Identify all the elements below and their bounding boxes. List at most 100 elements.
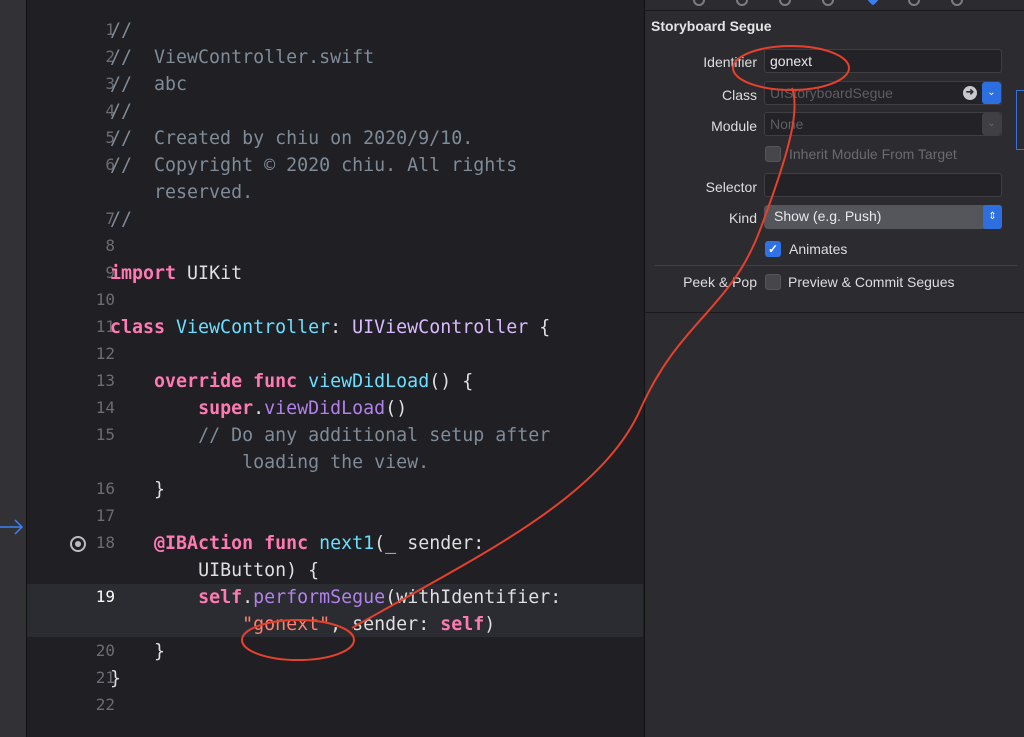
punctuation: () { <box>429 371 474 392</box>
line-number: 9 <box>105 263 115 282</box>
keyword: super <box>198 398 254 419</box>
kind-label: Kind <box>728 210 757 226</box>
preview-commit-label: Preview & Commit Segues <box>788 274 955 290</box>
line-number: 7 <box>105 209 115 228</box>
punctuation: { <box>528 317 551 338</box>
code-line: class ViewController: UIViewController { <box>110 314 550 341</box>
line-number: 10 <box>95 290 115 309</box>
section-title: Storyboard Segue <box>651 18 772 34</box>
attribute: @IBAction <box>154 533 254 554</box>
keyword: self <box>198 587 243 608</box>
class-field[interactable]: UIStoryboardSegue ➜ ⌄ <box>764 81 1002 105</box>
keyword: func <box>253 533 309 554</box>
line-number: 13 <box>95 371 115 390</box>
code-line: } <box>110 476 165 503</box>
identity-inspector-icon[interactable] <box>822 0 834 6</box>
module-label: Module <box>711 118 757 134</box>
code-line: // abc <box>110 74 188 95</box>
identifier-label: Identifier <box>703 54 757 70</box>
divider <box>655 265 1017 266</box>
line-number: 16 <box>95 479 115 498</box>
source-editor[interactable]: 1 2 3 4 5 6 7 8 9 10 11 12 13 14 15 16 17 18 19 20 21 22 // /… <box>27 0 643 737</box>
line-number: 15 <box>95 425 115 444</box>
function-name: next1 <box>308 533 375 554</box>
line-number: 21 <box>95 668 115 687</box>
divider <box>645 10 1024 11</box>
navigator-strip <box>0 0 27 737</box>
line-number: 12 <box>95 344 115 363</box>
up-down-chevron-icon[interactable]: ⇕ <box>983 205 1002 229</box>
preview-commit-checkbox[interactable] <box>765 274 781 290</box>
parameters: UIButton) { <box>198 560 320 581</box>
line-number: 5 <box>105 128 115 147</box>
line-number: 2 <box>105 47 115 66</box>
code-line: override func viewDidLoad() { <box>110 368 473 395</box>
selector-field[interactable] <box>764 173 1002 197</box>
string-literal: "gonext" <box>242 614 331 635</box>
peek-pop-label: Peek & Pop <box>683 274 757 290</box>
code-line: self.performSegue(withIdentifier: <box>110 584 561 611</box>
line-number: 22 <box>95 695 115 714</box>
module-name: UIKit <box>176 263 243 284</box>
file-inspector-icon[interactable] <box>693 0 705 6</box>
code-line: } <box>110 638 165 665</box>
kind-value: Show (e.g. Push) <box>774 208 882 224</box>
chevron-down-icon[interactable]: ⌄ <box>982 82 1001 104</box>
line-number: 17 <box>95 506 115 525</box>
help-inspector-icon[interactable] <box>779 0 791 6</box>
parameters: (_ sender: <box>374 533 485 554</box>
line-number: 3 <box>105 74 115 93</box>
arrow-right-icon <box>0 519 24 535</box>
code-line: import UIKit <box>110 260 242 287</box>
class-placeholder: UIStoryboardSegue <box>770 85 893 101</box>
keyword: func <box>242 371 298 392</box>
punctuation: ) <box>484 614 496 635</box>
code-line: UIButton) { <box>110 557 319 584</box>
code-line: // Do any additional setup after <box>110 422 550 449</box>
code-line: // Copyright © 2020 chiu. All rights <box>110 155 518 176</box>
arguments: (withIdentifier: <box>385 587 562 608</box>
keyword: import <box>110 263 177 284</box>
punctuation: } <box>110 668 122 689</box>
code-line: // ViewController.swift <box>110 47 375 68</box>
inherit-module-checkbox[interactable] <box>765 146 781 162</box>
code-line: @IBAction func next1(_ sender: <box>110 530 484 557</box>
animates-checkbox[interactable]: ✓ <box>765 241 781 257</box>
punctuation: } <box>154 641 166 662</box>
keyword: override <box>154 371 243 392</box>
inherit-module-label: Inherit Module From Target <box>789 146 957 162</box>
code-line: super.viewDidLoad() <box>110 395 407 422</box>
go-to-class-icon[interactable]: ➜ <box>963 86 977 100</box>
keyword: class <box>110 317 166 338</box>
line-number: 11 <box>95 317 115 336</box>
keyword: self <box>440 614 485 635</box>
ibaction-connection-icon[interactable] <box>70 536 86 552</box>
kind-popup[interactable]: Show (e.g. Push) ⇕ <box>764 205 1002 229</box>
module-field[interactable]: None ⌄ <box>764 112 1002 136</box>
attributes-inspector: Storyboard Segue Identifier gonext Class… <box>644 0 1024 737</box>
punctuation: } <box>154 479 166 500</box>
line-number: 19 <box>95 587 115 606</box>
type-name: UIViewController <box>341 317 529 338</box>
divider <box>645 312 1024 313</box>
punctuation: () <box>385 398 408 419</box>
line-number: 4 <box>105 101 115 120</box>
punctuation: : <box>330 317 342 338</box>
code-line: reserved. <box>110 182 254 203</box>
code-line: } <box>110 665 121 692</box>
comment: // Do any additional setup after <box>198 425 551 446</box>
connections-inspector-icon[interactable] <box>951 0 963 6</box>
chevron-down-icon[interactable]: ⌄ <box>982 113 1001 135</box>
identifier-field[interactable]: gonext <box>764 49 1002 73</box>
selector-label: Selector <box>705 179 757 195</box>
method-call: performSegue <box>253 587 386 608</box>
size-inspector-icon[interactable] <box>908 0 920 6</box>
animates-label: Animates <box>789 241 848 257</box>
arguments: , sender: <box>330 614 441 635</box>
punctuation: . <box>253 398 265 419</box>
attributes-inspector-icon[interactable] <box>867 0 879 6</box>
line-number: 8 <box>105 236 115 255</box>
history-inspector-icon[interactable] <box>736 0 748 6</box>
method-call: viewDidLoad <box>264 398 386 419</box>
canvas-edge <box>1016 90 1024 150</box>
